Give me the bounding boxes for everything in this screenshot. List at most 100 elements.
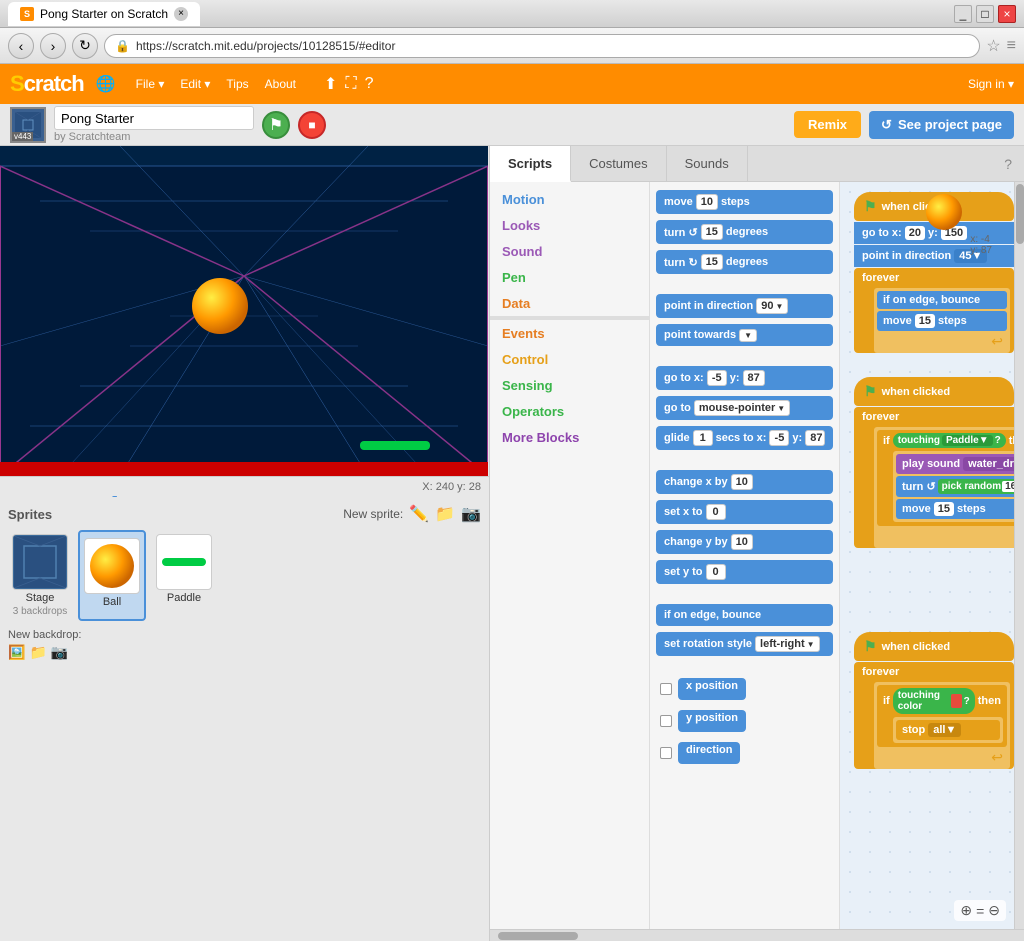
block-direction[interactable]: direction bbox=[678, 742, 740, 764]
goto-x-val[interactable]: 20 bbox=[905, 226, 925, 240]
project-name-input[interactable] bbox=[54, 106, 254, 130]
about-menu[interactable]: About bbox=[257, 64, 304, 104]
fullscreen-icon[interactable]: ⛶ bbox=[345, 75, 356, 93]
sound-dropdown[interactable]: water_drop▼ bbox=[963, 457, 1014, 471]
block-set-x[interactable]: set x to 0 bbox=[656, 500, 833, 524]
scripting-area[interactable]: ⚑ when clicked go to x: 20 y: 150 point … bbox=[840, 182, 1014, 929]
random-min[interactable]: 160 bbox=[1002, 481, 1014, 492]
category-events[interactable]: Events bbox=[490, 320, 649, 346]
go-to-dropdown[interactable]: mouse-pointer bbox=[694, 400, 790, 416]
scrollbar-vertical[interactable] bbox=[1014, 182, 1024, 929]
category-data[interactable]: Data bbox=[490, 290, 649, 316]
move-steps-1[interactable]: move 15 steps bbox=[877, 311, 1007, 331]
file-menu[interactable]: File ▾ bbox=[128, 64, 173, 104]
turn-random-block[interactable]: turn ↺ pick random 160 to 200 degrees bbox=[896, 476, 1014, 497]
category-looks[interactable]: Looks bbox=[490, 212, 649, 238]
category-control[interactable]: Control bbox=[490, 346, 649, 372]
globe-icon[interactable]: 🌐 bbox=[96, 74, 116, 94]
help-icon[interactable]: ? bbox=[365, 75, 374, 93]
camera-backdrop-button[interactable]: 📷 bbox=[51, 644, 68, 661]
category-motion[interactable]: Motion bbox=[490, 186, 649, 212]
block-change-y[interactable]: change y by 10 bbox=[656, 530, 833, 554]
forever-block-3[interactable]: forever if touching color ? then bbox=[854, 662, 1014, 769]
change-x-input[interactable]: 10 bbox=[731, 474, 753, 490]
if-touching-block[interactable]: if touching Paddle▼ ? then play sound wa… bbox=[877, 430, 1014, 526]
minimize-button[interactable]: _ bbox=[954, 5, 972, 23]
block-set-y[interactable]: set y to 0 bbox=[656, 560, 833, 584]
block-point-towards[interactable]: point towards bbox=[656, 324, 833, 346]
if-color-block[interactable]: if touching color ? then stop all▼ bbox=[877, 685, 1007, 747]
upload-backdrop-button[interactable]: 📁 bbox=[29, 644, 46, 661]
move-steps-2[interactable]: move 15 steps bbox=[896, 499, 1014, 519]
block-if-edge-bounce[interactable]: if on edge, bounce bbox=[656, 604, 833, 626]
paint-backdrop-button[interactable]: 🖼️ bbox=[8, 644, 25, 661]
block-change-x[interactable]: change x by 10 bbox=[656, 470, 833, 494]
maximize-button[interactable]: □ bbox=[976, 5, 994, 23]
go-x-input[interactable]: -5 bbox=[707, 370, 727, 386]
zoom-reset-button[interactable]: = bbox=[976, 903, 984, 919]
color-swatch[interactable] bbox=[951, 694, 961, 708]
change-y-input[interactable]: 10 bbox=[731, 534, 753, 550]
paddle-dropdown[interactable]: Paddle▼ bbox=[942, 435, 993, 446]
play-sound-block[interactable]: play sound water_drop▼ bbox=[896, 454, 1014, 474]
stop-button[interactable]: ■ bbox=[298, 111, 326, 139]
green-flag-button[interactable]: ⚑ bbox=[262, 111, 290, 139]
tab-close-button[interactable]: × bbox=[174, 7, 188, 21]
block-y-position[interactable]: y position bbox=[678, 710, 746, 732]
back-button[interactable]: ‹ bbox=[8, 33, 34, 59]
degrees-input-cw[interactable]: 15 bbox=[701, 254, 723, 270]
tab-scripts[interactable]: Scripts bbox=[490, 146, 571, 182]
see-project-button[interactable]: ↺ See project page bbox=[869, 111, 1014, 139]
glide-secs[interactable]: 1 bbox=[693, 430, 713, 446]
block-go-to[interactable]: go to mouse-pointer bbox=[656, 396, 833, 420]
upload-icon[interactable]: ⬆ bbox=[324, 74, 337, 94]
towards-dropdown[interactable] bbox=[739, 329, 757, 342]
block-point-direction[interactable]: point in direction 90 bbox=[656, 294, 833, 318]
zoom-in-button[interactable]: ⊕ bbox=[960, 902, 972, 919]
stop-all-block[interactable]: stop all▼ bbox=[896, 720, 1000, 740]
category-sensing[interactable]: Sensing bbox=[490, 372, 649, 398]
help-question-button[interactable]: ? bbox=[992, 146, 1024, 181]
reload-button[interactable]: ↻ bbox=[72, 33, 98, 59]
upload-sprite-button[interactable]: 📁 bbox=[435, 504, 455, 524]
browser-menu-button[interactable]: ≡ bbox=[1007, 37, 1016, 55]
hat-when-clicked-3[interactable]: ⚑ when clicked bbox=[854, 632, 1014, 661]
category-sound[interactable]: Sound bbox=[490, 238, 649, 264]
block-go-to-xy[interactable]: go to x: -5 y: 87 bbox=[656, 366, 833, 390]
forward-button[interactable]: › bbox=[40, 33, 66, 59]
block-x-position[interactable]: x position bbox=[678, 678, 746, 700]
scrollbar-thumb[interactable] bbox=[1016, 184, 1024, 244]
browser-tab[interactable]: S Pong Starter on Scratch × bbox=[8, 2, 200, 26]
stop-dropdown[interactable]: all▼ bbox=[928, 723, 961, 737]
paddle-sprite-item[interactable]: Paddle bbox=[152, 530, 216, 621]
zoom-out-button[interactable]: ⊖ bbox=[988, 902, 1000, 919]
camera-sprite-button[interactable]: 📷 bbox=[461, 504, 481, 524]
category-operators[interactable]: Operators bbox=[490, 398, 649, 424]
sign-in-button[interactable]: Sign in ▾ bbox=[968, 77, 1014, 91]
category-more-blocks[interactable]: More Blocks bbox=[490, 424, 649, 450]
y-position-checkbox[interactable] bbox=[660, 715, 672, 727]
rotation-dropdown[interactable]: left-right bbox=[755, 636, 820, 652]
remix-button[interactable]: Remix bbox=[794, 111, 861, 138]
block-move-steps[interactable]: move 10 steps bbox=[656, 190, 833, 214]
address-bar[interactable]: 🔒 https://scratch.mit.edu/projects/10128… bbox=[104, 34, 980, 58]
edit-menu[interactable]: Edit ▾ bbox=[172, 64, 218, 104]
direction-dropdown[interactable]: 90 bbox=[756, 298, 788, 314]
ball-sprite-item[interactable]: ℹ bbox=[78, 530, 146, 621]
touching-condition[interactable]: touching Paddle▼ ? bbox=[893, 433, 1006, 448]
paint-sprite-button[interactable]: ✏️ bbox=[409, 504, 429, 524]
tab-costumes[interactable]: Costumes bbox=[571, 146, 667, 181]
tips-menu[interactable]: Tips bbox=[218, 64, 256, 104]
pick-random-block[interactable]: pick random 160 to 200 bbox=[938, 479, 1014, 494]
close-button[interactable]: × bbox=[998, 5, 1016, 23]
degrees-input-ccw[interactable]: 15 bbox=[701, 224, 723, 240]
hat-when-clicked-2[interactable]: ⚑ when clicked bbox=[854, 377, 1014, 406]
set-x-input[interactable]: 0 bbox=[706, 504, 726, 520]
h-scrollbar-thumb[interactable] bbox=[498, 932, 578, 940]
bookmark-button[interactable]: ☆ bbox=[986, 36, 1000, 56]
block-glide[interactable]: glide 1 secs to x: -5 y: 87 bbox=[656, 426, 833, 450]
glide-y[interactable]: 87 bbox=[805, 430, 825, 446]
block-set-rotation[interactable]: set rotation style left-right bbox=[656, 632, 833, 656]
forever-block-1[interactable]: forever if on edge, bounce move 15 steps… bbox=[854, 268, 1014, 353]
move-val-1[interactable]: 15 bbox=[915, 314, 935, 328]
